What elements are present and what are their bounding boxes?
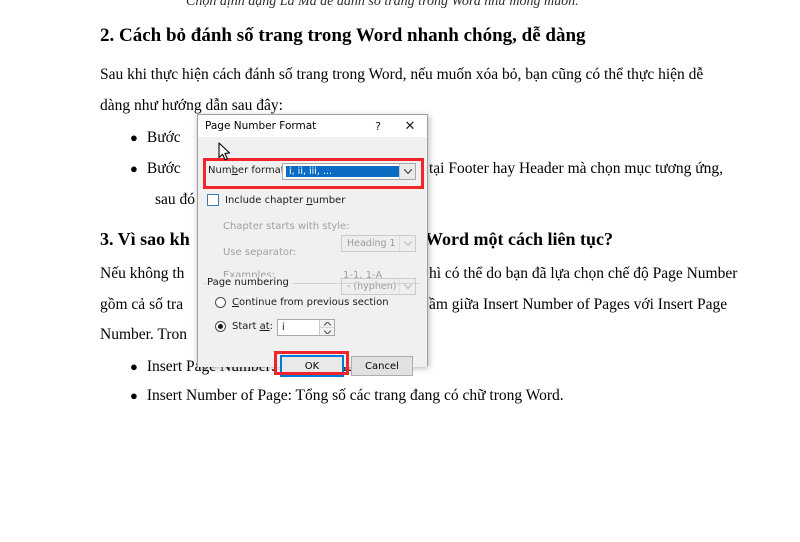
close-icon[interactable]: ✕	[399, 115, 421, 137]
list-item-label: Bước	[146, 129, 181, 146]
help-icon[interactable]: ?	[367, 115, 389, 137]
chapter-style-label: Chapter starts with style:	[223, 221, 350, 232]
list-item-label: Bước	[146, 160, 181, 177]
document-bullet-2-tail: tại Footer hay Header mà chọn mục tương …	[429, 160, 724, 177]
bullet-icon: ●	[130, 388, 138, 403]
ok-button[interactable]: OK	[280, 355, 344, 377]
bullet-icon: ●	[130, 359, 138, 374]
spinner-down-icon[interactable]	[320, 327, 334, 335]
document-paragraph-1-line-2: dàng như hướng dẫn sau đây:	[100, 97, 283, 114]
document-paragraph-1-line-1: Sau khi thực hiện cách đánh số trang tro…	[100, 66, 704, 83]
include-chapter-number-label: Include chapter number	[225, 194, 346, 206]
start-at-value[interactable]: i	[278, 320, 319, 335]
document-paragraph-2-line-3: Number. Tron	[100, 326, 187, 343]
chevron-down-icon	[399, 236, 415, 251]
chapter-style-combobox: Heading 1	[341, 235, 416, 252]
chevron-down-icon[interactable]	[399, 164, 415, 179]
start-at-radio[interactable]	[215, 321, 226, 332]
include-chapter-number-row[interactable]: Include chapter number	[207, 194, 345, 206]
use-separator-label: Use separator:	[223, 247, 297, 258]
number-format-label: Number format:	[208, 165, 289, 176]
examples-value-row: 1-1, 1-A	[343, 270, 382, 281]
document-list-item: ● Bước	[130, 160, 181, 178]
document-paragraph-2-line-2-right: ầm giữa Insert Number of Pages với Inser…	[429, 296, 728, 313]
start-at-label: Start at:	[232, 321, 274, 332]
chapter-style-row: Chapter starts with style:	[223, 221, 350, 232]
document-heading-3-right: Word một cách liên tục?	[425, 229, 613, 249]
use-separator-row: Use separator:	[223, 247, 296, 258]
start-at-row[interactable]: Start at:	[215, 321, 273, 332]
cancel-button[interactable]: Cancel	[351, 356, 413, 376]
chapter-style-value: Heading 1	[347, 238, 396, 249]
dialog-title: Page Number Format	[205, 120, 317, 132]
number-format-value: i, ii, iii, ...	[286, 166, 399, 177]
document-list-item: ● Insert Number of Page: Tổng số các tra…	[130, 387, 564, 405]
include-chapter-number-checkbox[interactable]	[207, 194, 219, 206]
start-at-spinner[interactable]: i	[277, 319, 335, 336]
bullet-icon: ●	[130, 130, 138, 145]
document-bullet-2-line2: sau đó	[155, 191, 196, 208]
document-heading-2: 2. Cách bỏ đánh số trang trong Word nhan…	[100, 25, 586, 46]
examples-value: 1-1, 1-A	[343, 270, 383, 281]
document-paragraph-2-line-1-right: hì có thể do bạn đã lựa chọn chế độ Page…	[429, 265, 738, 282]
screenshot-root: Chọn định dạng La Mã để đánh số trang tr…	[0, 0, 800, 542]
document-paragraph-2-line-2-left: gồm cả số tra	[100, 296, 184, 313]
number-format-combobox[interactable]: i, ii, iii, ...	[282, 163, 416, 180]
dialog-body: Number format: i, ii, iii, ... Include c…	[198, 137, 427, 377]
page-numbering-group-title: Page numbering	[206, 277, 293, 288]
continue-from-previous-section-row[interactable]: Continue from previous section	[215, 297, 389, 308]
document-heading-3-left: 3. Vì sao kh	[100, 229, 190, 249]
document-list-item: ● Bước	[130, 129, 181, 147]
document-paragraph-2-line-1-left: Nếu không th	[100, 265, 185, 282]
page-number-format-dialog: Page Number Format ? ✕ Number format: i,…	[197, 114, 428, 377]
spinner-up-icon[interactable]	[320, 320, 334, 327]
continue-from-previous-section-radio[interactable]	[215, 297, 226, 308]
list-item-label: Insert Number of Page: Tổng số các trang…	[146, 387, 564, 404]
document-caption-italic: Chọn định dạng La Mã để đánh số trang tr…	[186, 0, 579, 9]
continue-from-previous-section-label: Continue from previous section	[232, 297, 389, 308]
bullet-icon: ●	[130, 161, 138, 176]
number-format-row: Number format:	[208, 165, 288, 176]
dialog-titlebar[interactable]: Page Number Format ? ✕	[198, 115, 427, 137]
